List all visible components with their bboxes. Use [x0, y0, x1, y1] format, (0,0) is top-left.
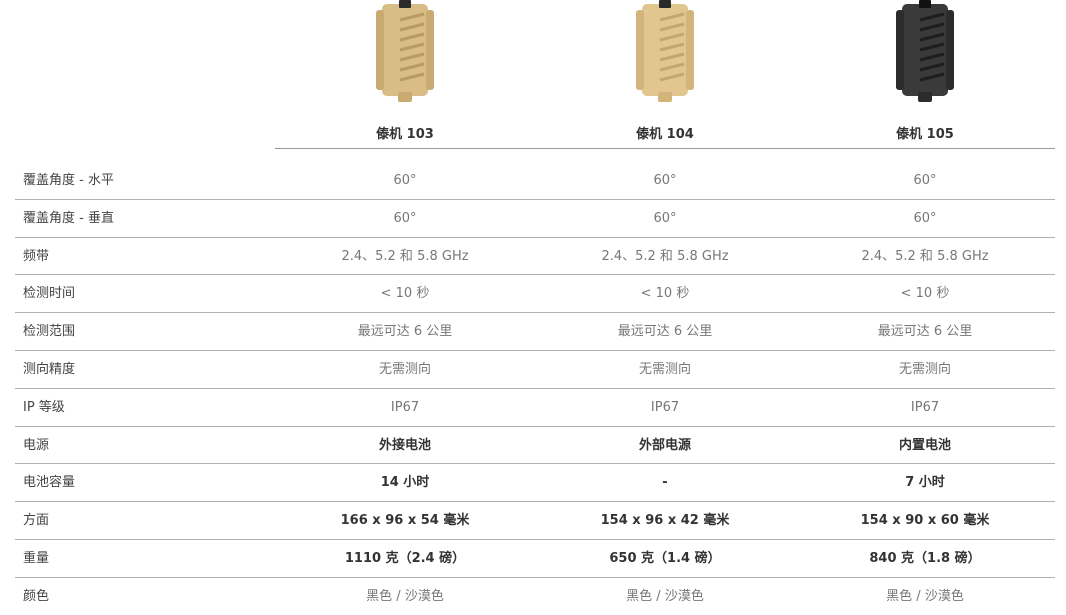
spec-row-power: 电源 外接电池 外部电源 内置电池: [15, 427, 1055, 465]
spec-value: 无需测向: [378, 361, 431, 377]
spec-value: 外部电源: [638, 437, 691, 453]
product-column-104: 傣机 104: [535, 0, 795, 149]
spec-value: 166 x 96 x 54 毫米: [340, 513, 470, 529]
spec-value: 60°: [913, 173, 937, 188]
product-column-103: 傣机 103: [275, 0, 535, 149]
spec-value: 最远可达 6 公里: [357, 324, 453, 340]
device-side: [636, 10, 644, 90]
spec-value: IP67: [650, 399, 680, 415]
spec-value: 14 小时: [380, 475, 430, 491]
spec-value: 60°: [653, 210, 677, 226]
spec-value: 2.4、5.2 和 5.8 GHz: [861, 248, 989, 264]
spec-label: IP 等级: [23, 399, 65, 415]
device-side: [426, 10, 434, 90]
spec-row-detection-range: 检测范围 最远可达 6 公里 最远可达 6 公里 最远可达 6 公里: [15, 313, 1055, 351]
product-column-105: 傣机 105: [795, 0, 1055, 149]
spec-label: 检测时间: [23, 286, 76, 302]
spec-value: < 10 秒: [380, 286, 430, 302]
spec-value: 60°: [393, 173, 417, 188]
device-foot: [398, 92, 412, 102]
product-name: 傣机 103: [376, 127, 434, 142]
spec-value: 内置电池: [898, 437, 951, 453]
spec-table: 覆盖角度 - 水平 60° 60° 60° 覆盖角度 - 垂直 60° 60° …: [15, 162, 1055, 615]
spec-label: 电源: [23, 437, 50, 453]
spec-label: 覆盖角度 - 水平: [23, 173, 114, 188]
device-foot: [658, 92, 672, 102]
device-side: [946, 10, 954, 90]
spec-row-horizontal-coverage: 覆盖角度 - 水平 60° 60° 60°: [15, 162, 1055, 200]
device-connector: [659, 0, 671, 8]
spec-value: IP67: [390, 399, 420, 415]
spec-label: 颜色: [23, 588, 50, 604]
spec-value: 2.4、5.2 和 5.8 GHz: [601, 248, 729, 264]
spec-value: 1110 克（2.4 磅）: [344, 550, 466, 566]
spec-value: 7 小时: [905, 475, 945, 491]
spec-label: 电池容量: [23, 475, 76, 491]
spec-value: 无需测向: [638, 361, 691, 377]
spec-value: 840 克（1.8 磅）: [869, 550, 981, 566]
product-header: 傣机 103 傣机 104 傣机 105: [275, 0, 1055, 149]
spec-label: 覆盖角度 - 垂直: [23, 210, 114, 226]
spec-label: 测向精度: [23, 361, 76, 377]
spec-row-direction-accuracy: 测向精度 无需测向 无需测向 无需测向: [15, 351, 1055, 389]
spec-value: -: [662, 475, 668, 491]
spec-value: < 10 秒: [900, 286, 950, 302]
header-divider: [275, 148, 1055, 149]
spec-value: 650 克（1.4 磅）: [609, 550, 721, 566]
spec-row-frequency-band: 频带 2.4、5.2 和 5.8 GHz 2.4、5.2 和 5.8 GHz 2…: [15, 238, 1055, 276]
spec-value: 最远可达 6 公里: [617, 324, 713, 340]
spec-value: 2.4、5.2 和 5.8 GHz: [341, 248, 469, 264]
product-comparison-page: 傣机 103 傣机 104 傣机 105 覆盖角度 - 水平 60° 60° 6…: [0, 0, 1066, 615]
spec-value: 154 x 90 x 60 毫米: [860, 513, 990, 529]
spec-row-color: 颜色 黑色 / 沙漠色 黑色 / 沙漠色 黑色 / 沙漠色: [15, 578, 1055, 615]
spec-row-detection-time: 检测时间 < 10 秒 < 10 秒 < 10 秒: [15, 275, 1055, 314]
device-side: [686, 10, 694, 90]
device-connector: [919, 0, 931, 8]
spec-value: 无需测向: [898, 361, 951, 377]
device-connector: [399, 0, 411, 8]
spec-value: 60°: [393, 210, 417, 226]
spec-value: 154 x 96 x 42 毫米: [600, 513, 730, 529]
spec-label: 频带: [23, 248, 50, 264]
spec-value: 外接电池: [378, 437, 431, 453]
device-side: [896, 10, 904, 90]
spec-value: 最远可达 6 公里: [877, 324, 973, 340]
spec-row-vertical-coverage: 覆盖角度 - 垂直 60° 60° 60°: [15, 200, 1055, 238]
spec-row-battery-capacity: 电池容量 14 小时 - 7 小时: [15, 464, 1055, 503]
spec-label: 方面: [23, 513, 50, 529]
spec-value: 60°: [913, 210, 937, 226]
product-name: 傣机 105: [896, 127, 954, 142]
spec-value: 黑色 / 沙漠色: [886, 588, 964, 604]
device-foot: [918, 92, 932, 102]
spec-label: 检测范围: [23, 324, 76, 340]
spec-value: 黑色 / 沙漠色: [366, 588, 444, 604]
sensor-103-image: [376, 0, 434, 102]
product-name: 傣机 104: [636, 127, 694, 142]
spec-row-dimensions: 方面 166 x 96 x 54 毫米 154 x 96 x 42 毫米 154…: [15, 502, 1055, 540]
spec-row-weight: 重量 1110 克（2.4 磅） 650 克（1.4 磅） 840 克（1.8 …: [15, 540, 1055, 578]
spec-value: 60°: [653, 173, 677, 188]
spec-label: 重量: [23, 550, 50, 566]
spec-value: < 10 秒: [640, 286, 690, 302]
spec-value: 黑色 / 沙漠色: [626, 588, 704, 604]
sensor-105-image: [896, 0, 954, 102]
sensor-104-image: [636, 0, 694, 102]
spec-value: IP67: [910, 399, 940, 415]
spec-row-ip-rating: IP 等级 IP67 IP67 IP67: [15, 389, 1055, 427]
device-side: [376, 10, 384, 90]
